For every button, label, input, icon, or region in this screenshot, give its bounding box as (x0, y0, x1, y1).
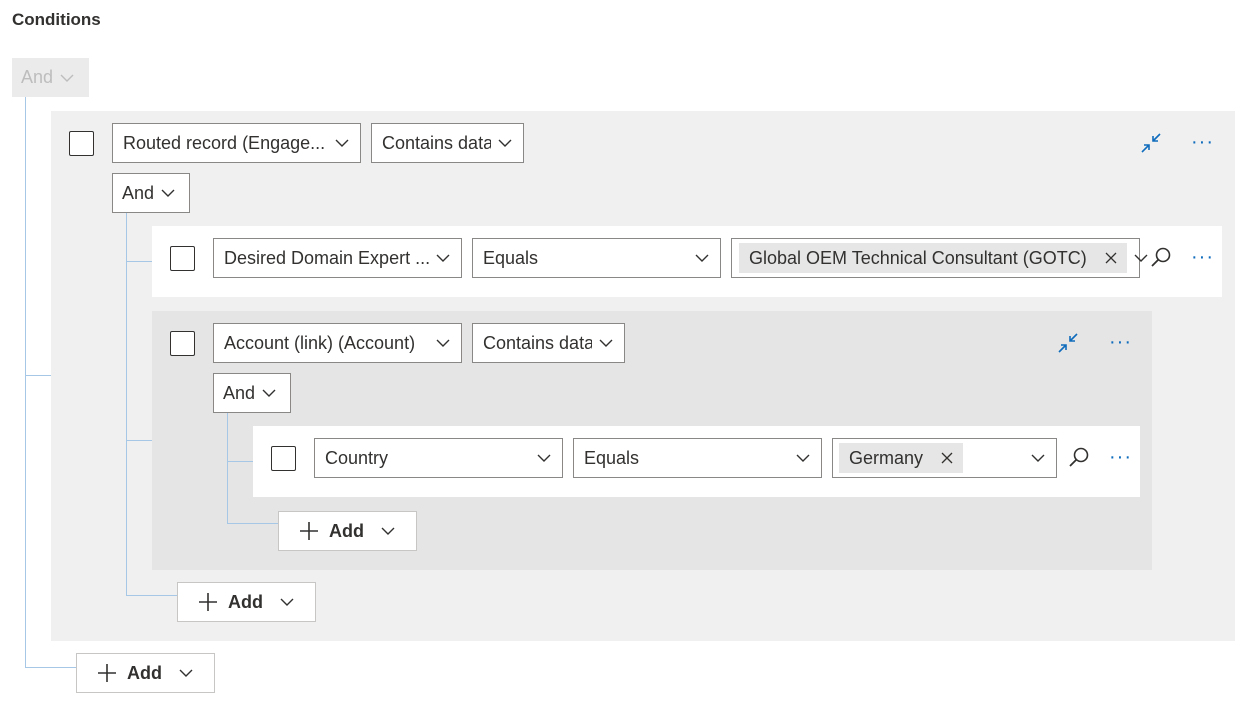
tree-line (25, 375, 51, 376)
value-tag: Global OEM Technical Consultant (GOTC) (739, 243, 1127, 273)
group2-more-icon[interactable]: ··· (1109, 332, 1132, 352)
plus-icon (98, 664, 116, 682)
search-icon[interactable] (1149, 246, 1173, 270)
group1-checkbox[interactable] (69, 131, 94, 156)
group1-field-value: Routed record (Engage... (123, 132, 326, 153)
row1-operator-value: Equals (483, 247, 539, 268)
group2-checkbox[interactable] (170, 331, 195, 356)
chevron-down-icon (161, 189, 175, 197)
tree-line (25, 667, 77, 668)
root-logic-dropdown[interactable]: And (12, 58, 89, 97)
chevron-down-icon (537, 454, 551, 462)
row2-more-icon[interactable]: ··· (1109, 447, 1132, 467)
tree-line (227, 461, 253, 462)
group1-more-icon[interactable]: ··· (1191, 132, 1214, 152)
row1-more-icon[interactable]: ··· (1191, 247, 1214, 267)
row2-operator-dropdown[interactable]: Equals (573, 438, 822, 478)
tree-line (126, 212, 127, 596)
row2-field-dropdown[interactable]: Country (314, 438, 563, 478)
group2-logic-label: And (223, 382, 256, 403)
chevron-down-icon (436, 254, 450, 262)
row2-checkbox[interactable] (271, 446, 296, 471)
group2-field-dropdown[interactable]: Account (link) (Account) (213, 323, 462, 363)
chevron-down-icon (60, 74, 74, 82)
search-icon[interactable] (1067, 446, 1091, 470)
group2-operator-dropdown[interactable]: Contains data (472, 323, 625, 363)
row1-value-dropdown[interactable]: Global OEM Technical Consultant (GOTC) (731, 238, 1148, 278)
row1-checkbox[interactable] (170, 246, 195, 271)
root-add-button[interactable]: Add (76, 653, 215, 693)
plus-icon (300, 522, 318, 540)
tree-line (227, 412, 228, 524)
chevron-down-icon (599, 339, 613, 347)
row2-operator-value: Equals (584, 447, 640, 468)
group1-add-button[interactable]: Add (177, 582, 316, 622)
chevron-down-icon (1031, 454, 1045, 462)
tree-line (126, 595, 178, 596)
group1-logic-dropdown[interactable]: And (112, 173, 190, 213)
group2-operator-value: Contains data (483, 332, 592, 353)
chevron-down-icon (796, 454, 810, 462)
chevron-down-icon (280, 598, 294, 606)
group2-add-label: Add (329, 520, 364, 541)
row1-value-tag-label: Global OEM Technical Consultant (GOTC) (749, 247, 1087, 268)
tree-line (126, 440, 152, 441)
chevron-down-icon (381, 527, 395, 535)
row1-field-value: Desired Domain Expert ... (224, 247, 429, 268)
group2-logic-dropdown[interactable]: And (213, 373, 291, 413)
clear-icon[interactable] (1105, 252, 1117, 264)
root-add-label: Add (127, 662, 162, 683)
chevron-down-icon (1134, 254, 1148, 262)
tree-line (126, 261, 152, 262)
root-logic-label: And (21, 67, 54, 87)
row1-operator-dropdown[interactable]: Equals (472, 238, 721, 278)
collapse-icon[interactable] (1056, 331, 1080, 355)
tree-line (25, 97, 26, 668)
group1-operator-dropdown[interactable]: Contains data (371, 123, 524, 163)
group1-add-label: Add (228, 591, 263, 612)
group1-logic-label: And (122, 182, 155, 203)
row2-value-dropdown[interactable]: Germany (832, 438, 1057, 478)
collapse-icon[interactable] (1139, 131, 1163, 155)
chevron-down-icon (436, 339, 450, 347)
row2-field-value: Country (325, 447, 389, 468)
section-title: Conditions (12, 10, 101, 29)
row2-value-tag-label: Germany (849, 447, 924, 468)
value-tag: Germany (839, 443, 964, 473)
chevron-down-icon (498, 139, 512, 147)
plus-icon (199, 593, 217, 611)
chevron-down-icon (335, 139, 349, 147)
chevron-down-icon (179, 669, 193, 677)
group1-operator-value: Contains data (382, 132, 491, 153)
clear-icon[interactable] (941, 452, 953, 464)
row1-field-dropdown[interactable]: Desired Domain Expert ... (213, 238, 462, 278)
chevron-down-icon (695, 254, 709, 262)
group1-field-dropdown[interactable]: Routed record (Engage... (112, 123, 361, 163)
chevron-down-icon (262, 389, 276, 397)
group2-field-value: Account (link) (Account) (224, 332, 416, 353)
group2-add-button[interactable]: Add (278, 511, 417, 551)
tree-line (227, 523, 279, 524)
